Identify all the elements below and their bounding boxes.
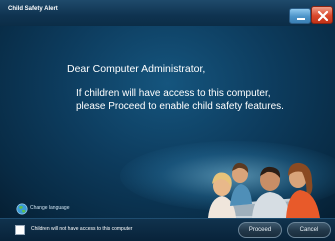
close-button[interactable] [311, 6, 333, 24]
cancel-button[interactable]: Cancel [287, 222, 331, 238]
message-line-2: please Proceed to enable child safety fe… [76, 101, 284, 112]
minimize-button[interactable] [289, 8, 311, 24]
footer-bar: Children will not have access to this co… [0, 218, 335, 241]
globe-icon [16, 203, 28, 215]
proceed-button[interactable]: Proceed [238, 222, 282, 238]
no-children-checkbox-label[interactable]: Children will not have access to this co… [31, 226, 132, 232]
close-icon [317, 10, 329, 22]
family-photo [208, 162, 320, 218]
title-bar[interactable]: Child Safety Alert [0, 0, 335, 26]
greeting-text: Dear Computer Administrator, [67, 63, 206, 75]
message-line-1: If children will have access to this com… [76, 88, 271, 99]
change-language-label: Change language [30, 205, 70, 211]
child-safety-alert-window: Child Safety Alert Dear Computer Adminis… [0, 0, 335, 241]
window-title: Child Safety Alert [8, 6, 58, 12]
minimize-icon [297, 18, 305, 20]
no-children-checkbox[interactable] [15, 225, 25, 235]
content-area: Dear Computer Administrator, If children… [0, 26, 335, 218]
